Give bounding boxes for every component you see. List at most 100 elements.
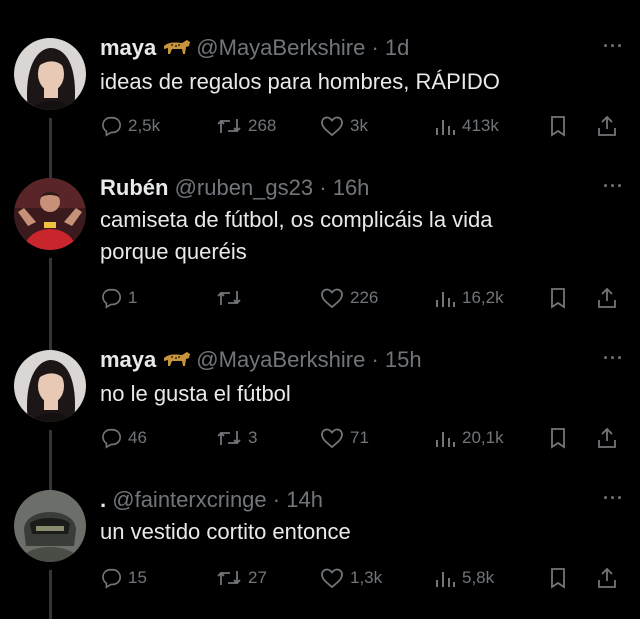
thread-connector: [49, 258, 52, 354]
bookmark-icon: [551, 568, 565, 589]
user-handle[interactable]: @MayaBerkshire: [196, 35, 365, 60]
like-icon: [321, 288, 343, 309]
thread-connector: [49, 118, 52, 180]
separator-dot: ·: [319, 175, 327, 200]
like-count: 226: [350, 288, 379, 307]
tweet-text: camiseta de fútbol, os complicáis la vid…: [100, 204, 610, 268]
tweet-text-line: camiseta de fútbol, os complicáis la vid…: [100, 207, 493, 232]
reply-count: 15: [128, 568, 147, 587]
display-name[interactable]: Rubén: [100, 175, 168, 200]
retweet-button[interactable]: 268: [216, 110, 276, 142]
display-name[interactable]: .: [100, 487, 106, 512]
tweet-header: maya @MayaBerkshire · 1d: [100, 32, 610, 66]
retweet-icon: [217, 571, 241, 585]
share-icon: [598, 115, 616, 136]
retweet-count: 27: [248, 568, 267, 587]
retweet-icon: [217, 119, 241, 133]
reply-button[interactable]: 2,5k: [100, 110, 160, 142]
avatar[interactable]: [14, 490, 86, 562]
view-count: 20,1k: [462, 428, 504, 447]
views-icon: [436, 120, 455, 135]
bookmark-icon: [551, 288, 565, 309]
reply-icon: [102, 288, 121, 309]
tweet-actions-wrap: 2,5k 268 3k 413k: [100, 110, 616, 142]
like-button[interactable]: 71: [320, 422, 369, 454]
separator-dot: ·: [371, 347, 379, 372]
views-button[interactable]: 5,8k: [434, 562, 494, 594]
views-button[interactable]: 20,1k: [434, 422, 504, 454]
more-icon[interactable]: ···: [603, 348, 624, 369]
reply-count: 2,5k: [128, 116, 161, 135]
tweet-content: maya @MayaBerkshire · 15h no le gusta el …: [100, 344, 610, 410]
views-button[interactable]: 413k: [434, 110, 499, 142]
tweet-timestamp[interactable]: 16h: [333, 175, 370, 200]
tweet-content: maya @MayaBerkshire · 1d ideas de regalos…: [100, 32, 610, 98]
like-button[interactable]: 3k: [320, 110, 368, 142]
tweet-header: maya @MayaBerkshire · 15h: [100, 344, 610, 378]
more-icon[interactable]: ···: [603, 36, 624, 57]
share-button[interactable]: [596, 282, 624, 314]
tweet-content: Rubén @ruben_gs23 · 16h camiseta de fútb…: [100, 172, 610, 268]
share-button[interactable]: [596, 422, 624, 454]
separator-dot: ·: [272, 487, 281, 512]
like-icon: [321, 428, 343, 449]
avatar[interactable]: [14, 178, 86, 250]
bookmark-button[interactable]: [548, 282, 574, 314]
share-icon: [598, 427, 616, 448]
view-count: 16,2k: [462, 288, 504, 307]
view-count: 5,8k: [462, 568, 495, 587]
tweet-text-line: un vestido cortito entonce: [100, 519, 351, 544]
reply-icon: [102, 568, 121, 589]
thread-connector: [49, 430, 52, 492]
tweet-timestamp[interactable]: 14h: [286, 487, 323, 512]
tweet-text: no le gusta el fútbol: [100, 378, 610, 410]
like-count: 71: [350, 428, 369, 447]
tweet-text-line: porque queréis: [100, 239, 247, 264]
retweet-button[interactable]: 27: [216, 562, 267, 594]
retweet-count: 3: [248, 428, 258, 447]
like-icon: [321, 116, 343, 137]
tweet-timestamp[interactable]: 15h: [385, 347, 422, 372]
tweet-text-line: no le gusta el fútbol: [100, 381, 291, 406]
more-icon[interactable]: ···: [603, 488, 624, 509]
tweet-text-line: ideas de regalos para hombres, RÁPIDO: [100, 69, 500, 94]
user-handle[interactable]: @MayaBerkshire: [196, 347, 365, 372]
tweet-timestamp[interactable]: 1d: [385, 35, 409, 60]
avatar[interactable]: [14, 350, 86, 422]
display-name[interactable]: maya: [100, 35, 156, 60]
share-button[interactable]: [596, 562, 624, 594]
bookmark-button[interactable]: [548, 562, 574, 594]
reply-count: 46: [128, 428, 147, 447]
bookmark-button[interactable]: [548, 110, 574, 142]
separator-dot: ·: [371, 35, 379, 60]
display-name[interactable]: maya: [100, 347, 156, 372]
leopard-icon: [162, 346, 192, 378]
avatar[interactable]: [14, 38, 86, 110]
retweet-icon: [217, 431, 241, 445]
reply-button[interactable]: 15: [100, 562, 147, 594]
thread-connector: [49, 570, 52, 619]
reply-count: 1: [128, 288, 138, 307]
reply-button[interactable]: 1: [100, 282, 137, 314]
tweet-actions-wrap: 46 3 71 20,1k: [100, 422, 616, 454]
reply-button[interactable]: 46: [100, 422, 147, 454]
views-button[interactable]: 16,2k: [434, 282, 504, 314]
tweet-actions: 46 3 71 20,1k: [100, 422, 616, 454]
bookmark-button[interactable]: [548, 422, 574, 454]
like-count: 3k: [350, 116, 368, 135]
like-button[interactable]: 226: [320, 282, 378, 314]
share-icon: [598, 567, 616, 588]
view-count: 413k: [462, 116, 499, 135]
like-button[interactable]: 1,3k: [320, 562, 382, 594]
retweet-button[interactable]: 3: [216, 422, 257, 454]
user-handle[interactable]: @ruben_gs23: [175, 175, 314, 200]
user-handle[interactable]: @fainterxcringe: [112, 487, 266, 512]
tweet-text: ideas de regalos para hombres, RÁPIDO: [100, 66, 610, 98]
more-icon[interactable]: ···: [603, 176, 624, 197]
retweet-button[interactable]: [216, 282, 248, 314]
bookmark-icon: [551, 428, 565, 449]
share-button[interactable]: [596, 110, 624, 142]
views-icon: [436, 292, 455, 307]
tweet-content: . @fainterxcringe · 14h un vestido corti…: [100, 484, 610, 548]
like-icon: [321, 568, 343, 589]
